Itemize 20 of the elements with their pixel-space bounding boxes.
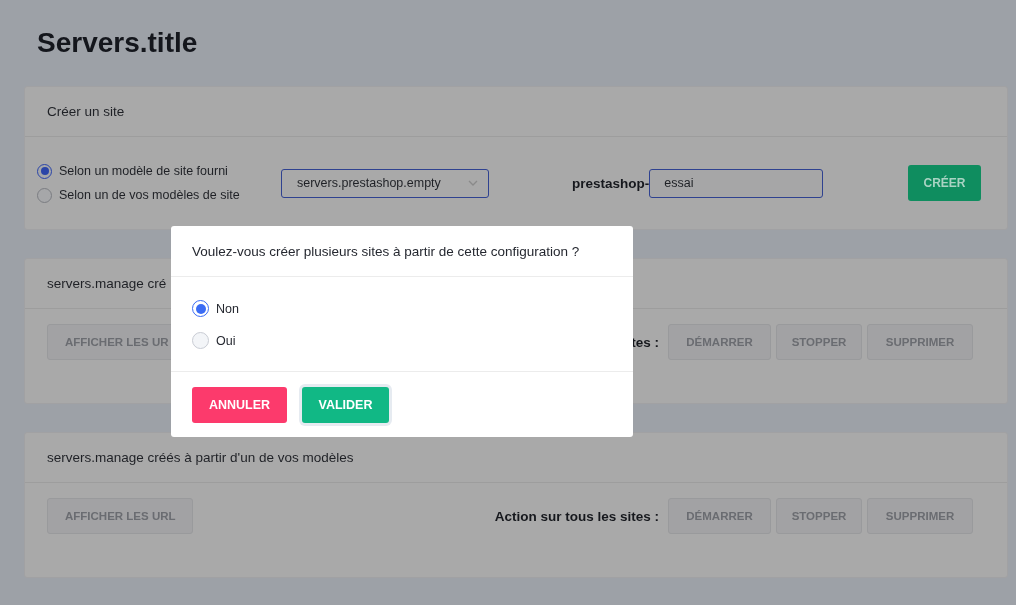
dialog-question: Voulez-vous créer plusieurs sites à partir de cette configuration ? — [192, 243, 580, 259]
card-title: servers.manage cré — [47, 276, 167, 291]
page-title: Servers.title — [36, 26, 199, 60]
radio-label: Non — [216, 301, 239, 316]
radio-label: Oui — [216, 333, 236, 348]
card-title: Créer un site — [47, 104, 125, 119]
radio-label: Selon un modèle de site fourni — [59, 164, 228, 178]
card-title: servers.manage créés à partir d'un de vos modèles — [47, 450, 354, 465]
template-select[interactable]: servers.prestashop.empty — [281, 168, 489, 198]
radio-button[interactable] — [37, 187, 52, 203]
radio-label: Selon un de vos modèles de site — [59, 188, 240, 202]
name-prefix: prestashop- — [572, 175, 650, 191]
chevron-down-icon — [468, 180, 478, 186]
radio-button[interactable] — [192, 300, 209, 317]
name-field[interactable]: essai — [649, 168, 824, 198]
radio-button[interactable] — [37, 163, 52, 179]
cancel-button[interactable]: ANNULER — [192, 387, 287, 423]
actions-label: Action sur tous les sites : — [494, 508, 659, 524]
create-button[interactable]: CRÉER — [908, 165, 981, 201]
confirm-button[interactable]: VALIDER — [302, 387, 389, 423]
